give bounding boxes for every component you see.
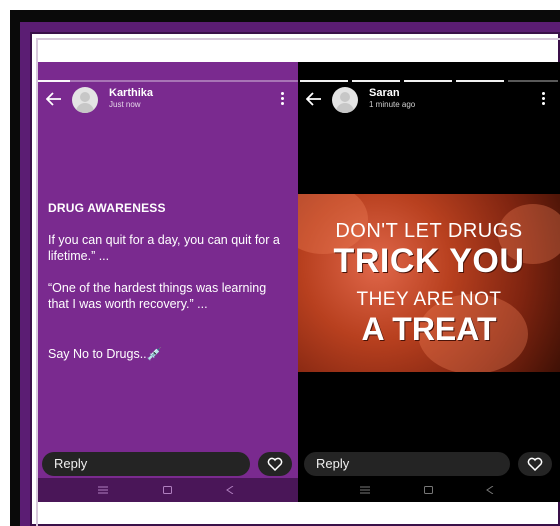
recent-apps-icon[interactable] [98, 486, 108, 494]
story-heading: DRUG AWARENESS [48, 201, 166, 215]
avatar[interactable] [332, 87, 358, 113]
back-arrow-icon[interactable] [46, 92, 62, 106]
like-button[interactable] [258, 452, 292, 476]
reply-input[interactable]: Reply [304, 452, 510, 476]
story-progress-segment-4 [456, 80, 504, 82]
heart-icon [267, 457, 283, 471]
nav-back-icon[interactable] [226, 486, 234, 494]
drug-awareness-poster: DON'T LET DRUGS TRICK YOU THEY ARE NOT A… [298, 194, 560, 372]
story-progress-segment-2 [352, 80, 400, 82]
reply-input[interactable]: Reply [42, 452, 250, 476]
story-right: Saran 1 minute ago DON'T LET DRUGS TRICK… [298, 62, 560, 502]
nav-back-icon[interactable] [486, 486, 494, 494]
story-paragraph-3: Say No to Drugs..💉 [48, 347, 163, 361]
username[interactable]: Karthika [109, 87, 153, 99]
poster-line-2: TRICK YOU [333, 242, 525, 280]
story-paragraph-1: If you can quit for a day, you can quit … [48, 233, 280, 263]
more-vertical-icon[interactable] [542, 92, 546, 106]
nav-bar [298, 478, 560, 502]
more-vertical-icon[interactable] [281, 92, 285, 106]
story-progress-track [38, 80, 298, 82]
story-left: Karthika Just now DRUG AWARENESS If you … [38, 62, 298, 502]
story-progress-segment-5 [508, 80, 558, 82]
home-icon[interactable] [163, 486, 172, 494]
home-icon[interactable] [424, 486, 433, 494]
nav-bar [38, 478, 298, 502]
poster-line-4: A TREAT [361, 311, 497, 347]
timestamp: Just now [109, 100, 141, 109]
heart-icon [527, 457, 543, 471]
poster-line-1: DON'T LET DRUGS [335, 220, 523, 242]
story-paragraph-2: “One of the hardest things was learning … [48, 281, 267, 311]
story-progress-segment-3 [404, 80, 452, 82]
timestamp: 1 minute ago [369, 100, 416, 109]
story-progress-fill [38, 80, 70, 82]
avatar[interactable] [72, 87, 98, 113]
like-button[interactable] [518, 452, 552, 476]
story-progress-segment-1 [300, 80, 348, 82]
recent-apps-icon[interactable] [360, 486, 370, 494]
poster-line-3: THEY ARE NOT [356, 289, 502, 310]
username[interactable]: Saran [369, 87, 400, 99]
back-arrow-icon[interactable] [306, 92, 322, 106]
